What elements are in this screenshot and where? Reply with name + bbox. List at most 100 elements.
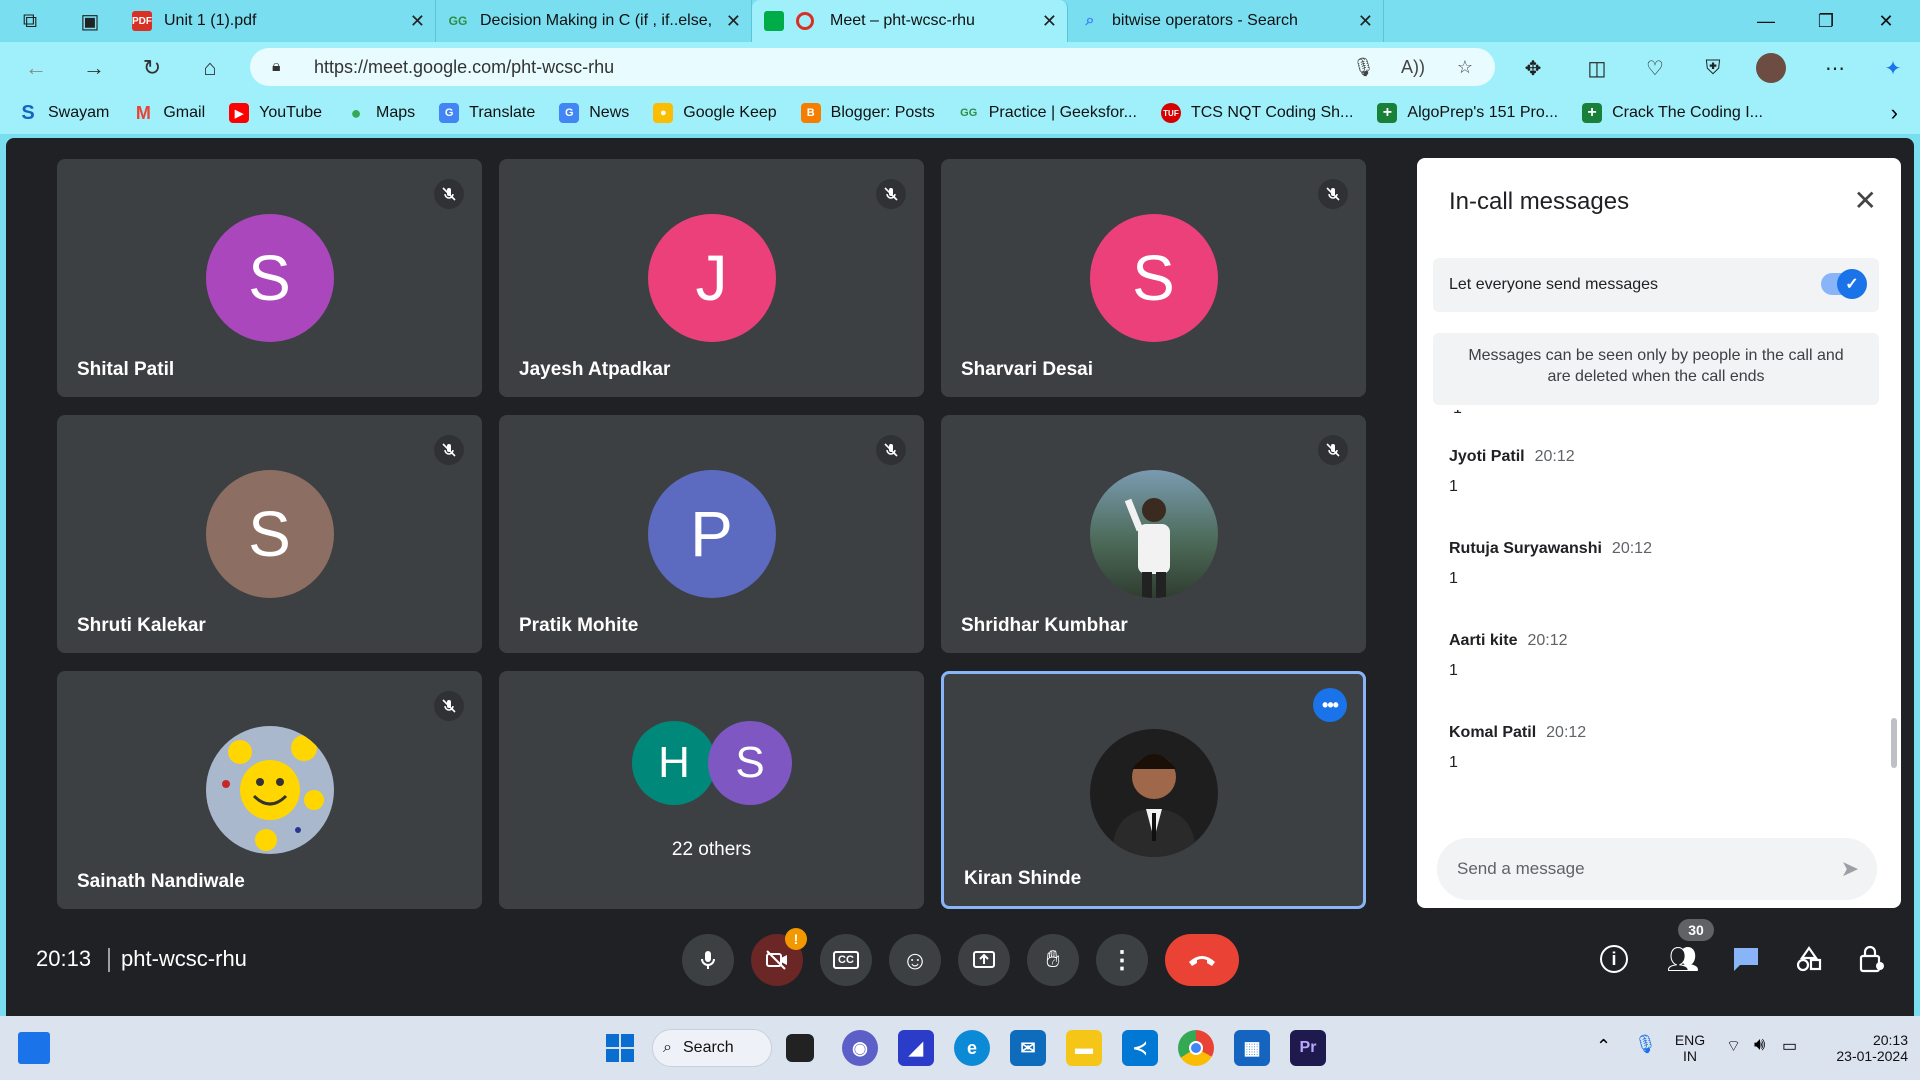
refresh-icon[interactable]: ↻ xyxy=(134,50,170,86)
teams-icon[interactable]: ◉ xyxy=(842,1030,878,1066)
tab-geeks[interactable]: GG Decision Making in C (if , if..else, … xyxy=(436,0,752,42)
participant-tile[interactable]: ••• Kiran Shinde xyxy=(941,671,1366,909)
system-clock[interactable]: 20:13 23-01-2024 xyxy=(1822,1032,1908,1064)
others-tile[interactable]: H S 22 others xyxy=(499,671,924,909)
bookmark-crack[interactable]: + Crack The Coding I... xyxy=(1582,103,1763,123)
participant-tile[interactable]: J Jayesh Atpadkar xyxy=(499,159,924,397)
store-icon[interactable]: ▦ xyxy=(1234,1030,1270,1066)
widgets-icon[interactable] xyxy=(18,1032,50,1064)
more-options-button[interactable]: ••• xyxy=(1313,688,1347,722)
back-icon[interactable]: ← xyxy=(18,50,54,86)
chrome-icon[interactable] xyxy=(1178,1030,1214,1066)
scrollbar[interactable] xyxy=(1891,718,1897,768)
send-messages-toggle[interactable]: ✓ xyxy=(1821,269,1867,299)
profile-avatar[interactable] xyxy=(1752,50,1790,86)
vscode-icon[interactable]: ≺ xyxy=(1122,1030,1158,1066)
bookmark-news[interactable]: G News xyxy=(559,103,629,123)
volume-icon[interactable]: 🔊︎ xyxy=(1754,1034,1765,1055)
present-button[interactable] xyxy=(958,934,1010,986)
close-tab-icon[interactable]: ✕ xyxy=(1042,11,1057,32)
chat-button[interactable] xyxy=(1721,934,1771,984)
vector-app-icon[interactable]: ◢ xyxy=(898,1030,934,1066)
premiere-pro-icon[interactable]: Pr xyxy=(1290,1030,1326,1066)
language-indicator[interactable]: ENG IN xyxy=(1670,1032,1710,1064)
copilot-icon[interactable]: ✦ xyxy=(1874,50,1912,86)
warning-badge: ! xyxy=(785,928,807,950)
restore-icon[interactable]: ❐ xyxy=(1796,0,1856,42)
close-tab-icon[interactable]: ✕ xyxy=(410,11,425,32)
close-icon[interactable]: ✕ xyxy=(1854,184,1877,217)
wifi-icon[interactable]: ⌔ xyxy=(1726,1036,1741,1056)
microphone-button[interactable] xyxy=(682,934,734,986)
camera-button[interactable]: ! xyxy=(751,928,807,986)
bookmark-label: Crack The Coding I... xyxy=(1612,104,1763,121)
taskbar-search[interactable]: ⌕ Search xyxy=(652,1029,772,1067)
participant-tile[interactable]: S Shital Patil xyxy=(57,159,482,397)
favorite-star-icon[interactable]: ☆ xyxy=(1457,57,1473,78)
taskbar: ⌕ Search ◉ ◢ e ✉ ▬ ≺ ▦ Pr ⌃ 🎙︎ ENG IN ⌔ 🔊︎… xyxy=(0,1016,1920,1080)
bookmark-youtube[interactable]: ▶ YouTube xyxy=(229,103,322,123)
activities-button[interactable] xyxy=(1784,934,1834,984)
chevron-up-icon[interactable]: ⌃ xyxy=(1596,1036,1611,1057)
collections-icon[interactable]: ⛨ xyxy=(1694,50,1732,86)
bookmark-swayam[interactable]: S Swayam xyxy=(18,102,109,124)
bookmark-blogger[interactable]: B Blogger: Posts xyxy=(800,103,935,123)
battery-icon[interactable]: ▭ xyxy=(1782,1036,1797,1056)
captions-button[interactable]: CC xyxy=(820,934,872,986)
url-input[interactable]: 🔒︎ https://meet.google.com/pht-wcsc-rhu … xyxy=(250,48,1495,86)
message-header: Komal Patil 20:12 xyxy=(1449,724,1586,742)
bookmark-keep[interactable]: ● Google Keep xyxy=(653,103,777,123)
reactions-button[interactable]: ☺ xyxy=(889,934,941,986)
participant-tile[interactable]: P Pratik Mohite xyxy=(499,415,924,653)
message-list[interactable]: 1 Jyoti Patil 20:12 1 Rutuja Suryawanshi 2… xyxy=(1417,410,1901,810)
new-tab-button[interactable] xyxy=(1384,0,1428,42)
more-options-icon[interactable]: ⋯ xyxy=(1816,50,1854,86)
bookmark-algoprep[interactable]: + AlgoPrep's 151 Pro... xyxy=(1377,103,1558,123)
tab-search[interactable]: ⌕ bitwise operators - Search ✕ xyxy=(1068,0,1384,42)
read-aloud-icon[interactable]: A)) xyxy=(1401,57,1425,78)
bookmark-gmail[interactable]: M Gmail xyxy=(133,103,205,123)
workspaces-icon[interactable]: ⧉ xyxy=(0,0,60,42)
close-tab-icon[interactable]: ✕ xyxy=(1358,11,1373,32)
send-icon[interactable]: ➤ xyxy=(1841,856,1859,882)
meeting-code[interactable]: pht-wcsc-rhu xyxy=(121,946,247,972)
home-icon[interactable]: ⌂ xyxy=(192,50,228,86)
leave-call-button[interactable] xyxy=(1165,934,1239,986)
close-window-icon[interactable]: ✕ xyxy=(1856,0,1916,42)
bookmark-tcs[interactable]: TUF TCS NQT Coding Sh... xyxy=(1160,103,1353,123)
close-tab-icon[interactable]: ✕ xyxy=(726,11,741,32)
minimize-icon[interactable]: — xyxy=(1736,0,1796,42)
bookmark-translate[interactable]: G Translate xyxy=(439,103,535,123)
mail-icon[interactable]: ✉ xyxy=(1010,1030,1046,1066)
microphone-icon[interactable]: 🎙︎ xyxy=(1352,57,1375,78)
start-windows-icon[interactable] xyxy=(602,1030,638,1066)
microphone-icon[interactable]: 🎙︎ xyxy=(1634,1034,1657,1055)
host-controls-button[interactable] xyxy=(1847,934,1897,984)
chevron-right-icon[interactable]: › xyxy=(1891,100,1898,126)
lock-icon[interactable]: 🔒︎ xyxy=(272,58,281,76)
others-count-label: 22 others xyxy=(671,839,752,860)
browser-essentials-icon[interactable]: ♡ xyxy=(1636,50,1674,86)
people-button[interactable]: 👥︎ xyxy=(1658,934,1708,984)
bookmark-maps[interactable]: ● Maps xyxy=(346,103,416,123)
task-view-icon[interactable] xyxy=(786,1034,814,1062)
raise-hand-button[interactable]: ✋︎ xyxy=(1027,934,1079,986)
split-screen-icon[interactable]: ◫ xyxy=(1578,50,1616,86)
edge-icon[interactable]: e xyxy=(954,1030,990,1066)
forward-icon[interactable]: → xyxy=(76,50,112,86)
meeting-details-button[interactable]: i xyxy=(1589,934,1639,984)
tab-title: Decision Making in C (if , if..else, xyxy=(480,12,713,29)
extensions-icon[interactable]: ✥ xyxy=(1514,50,1552,86)
participant-tile[interactable]: Shridhar Kumbhar xyxy=(941,415,1366,653)
message-time: 20:12 xyxy=(1534,448,1575,465)
message-input[interactable]: Send a message ➤ xyxy=(1437,838,1877,900)
file-explorer-icon[interactable]: ▬ xyxy=(1066,1030,1102,1066)
tab-meet[interactable]: Meet – pht-wcsc-rhu ✕ xyxy=(752,0,1068,42)
more-options-button[interactable]: ⋮ xyxy=(1096,934,1148,986)
tab-pdf[interactable]: PDF Unit 1 (1).pdf ✕ xyxy=(120,0,436,42)
tab-actions-icon[interactable]: ▣ xyxy=(60,0,120,42)
bookmark-geeks[interactable]: GG Practice | Geeksfor... xyxy=(959,103,1137,123)
participant-tile[interactable]: S Shruti Kalekar xyxy=(57,415,482,653)
participant-tile[interactable]: S Sharvari Desai xyxy=(941,159,1366,397)
participant-tile[interactable]: Sainath Nandiwale xyxy=(57,671,482,909)
